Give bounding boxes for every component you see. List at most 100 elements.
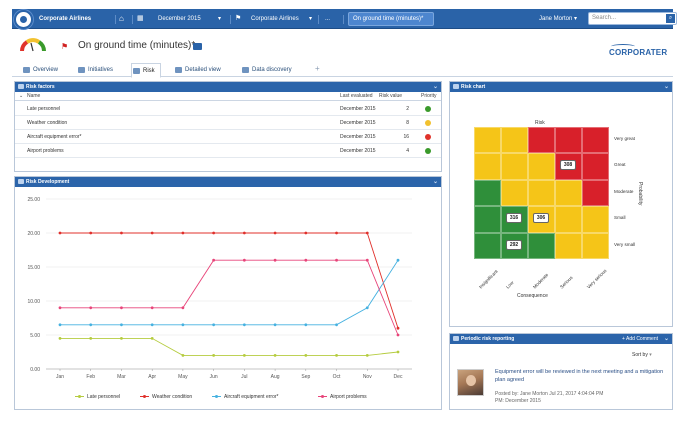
matrix-cell[interactable] — [474, 179, 501, 207]
tab-initiatives[interactable]: Initiatives — [77, 63, 113, 77]
data-point — [242, 231, 246, 235]
add-comment-button[interactable]: + Add Comment — [622, 334, 658, 344]
matrix-cell[interactable] — [474, 153, 501, 180]
y-tick-label: 25.00 — [27, 197, 40, 203]
collapse-icon[interactable]: ⌄ — [664, 82, 669, 92]
collapse-icon[interactable]: ⌄ — [433, 177, 438, 187]
column-last-evaluated[interactable]: Last evaluated — [340, 92, 373, 101]
matrix-cell[interactable] — [582, 206, 609, 233]
matrix-cell[interactable] — [501, 179, 528, 207]
data-point — [58, 337, 62, 340]
matrix-cell[interactable] — [582, 179, 609, 207]
tab-detailed-view[interactable]: Detailed view — [174, 63, 221, 77]
matrix-cell[interactable] — [555, 206, 582, 233]
tab-risk[interactable]: Risk — [131, 63, 161, 78]
matrix-cell[interactable] — [474, 232, 501, 259]
data-point — [212, 323, 216, 327]
chevron-down-icon[interactable]: ▾ — [574, 14, 577, 24]
divider — [230, 15, 231, 24]
app-logo-icon[interactable] — [14, 10, 33, 29]
matrix-cell[interactable] — [555, 232, 582, 259]
top-navigation-bar: Corporate Airlines ⌂ ▦ December 2015 ▾ ⚑… — [12, 9, 677, 29]
legend-swatch — [75, 395, 84, 399]
column-priority[interactable]: Priority — [421, 92, 437, 101]
matrix-y-axis-label: Probability — [637, 182, 643, 206]
priority-indicator-icon — [425, 134, 431, 140]
collapse-icon[interactable]: ⌄ — [664, 334, 669, 344]
panel-header: Periodic risk reporting + Add Comment ⌄ — [450, 334, 672, 344]
app-name[interactable]: Corporate Airlines — [39, 9, 91, 29]
breadcrumb-ellipsis[interactable]: ... — [325, 9, 330, 29]
chevron-down-icon: ▾ — [649, 352, 652, 358]
matrix-cell[interactable] — [582, 232, 609, 259]
column-name[interactable]: Name — [27, 92, 40, 101]
sort-by-dropdown[interactable]: Sort by ▾ — [632, 352, 652, 358]
matrix-cell[interactable] — [528, 153, 555, 180]
table-row[interactable]: Aircraft equipment error* December 2015 … — [15, 130, 441, 144]
data-point — [89, 337, 93, 340]
matrix-cell[interactable] — [474, 206, 501, 233]
add-tab-icon[interactable]: + — [315, 63, 320, 75]
risk-marker[interactable]: 306 — [533, 213, 549, 224]
matrix-cell[interactable] — [528, 232, 555, 259]
tab-data-discovery[interactable]: Data discovery — [241, 63, 292, 77]
chevron-down-icon[interactable]: ▾ — [309, 14, 312, 24]
legend-label: Late personnel — [87, 394, 121, 400]
matrix-cell[interactable] — [501, 127, 528, 154]
table-header: ⌄ Name Last evaluated Risk value Priorit… — [15, 92, 441, 101]
matrix-cell[interactable] — [582, 127, 609, 154]
y-tick-label: 5.00 — [30, 333, 40, 339]
collapse-icon[interactable]: ⌄ — [433, 82, 438, 92]
risk-marker[interactable]: 316 — [506, 213, 522, 224]
matrix-cell[interactable] — [474, 127, 501, 154]
matrix-cell[interactable] — [582, 153, 609, 180]
risk-marker[interactable]: 308 — [560, 160, 576, 171]
search-input[interactable]: Search... ⌕ — [588, 12, 677, 25]
risk-marker[interactable]: 292 — [506, 239, 522, 250]
risk-name[interactable]: Airport problems — [27, 144, 64, 158]
comment-icon[interactable] — [193, 43, 202, 50]
table-row[interactable]: Airport problems December 2015 4 — [15, 144, 441, 158]
data-point — [304, 354, 308, 357]
user-name[interactable]: Jane Morton — [539, 9, 572, 29]
legend-label: Weather condition — [152, 394, 193, 400]
series-line-2 — [60, 259, 399, 326]
legend-item[interactable]: Airport problems — [318, 393, 367, 401]
data-point — [89, 231, 93, 235]
search-icon[interactable]: ⌕ — [666, 14, 675, 23]
risk-name[interactable]: Weather condition — [27, 116, 67, 130]
legend-item[interactable]: Late personnel — [75, 393, 120, 401]
matrix-cell[interactable] — [555, 127, 582, 154]
breadcrumb-period[interactable]: December 2015 — [158, 9, 201, 29]
legend-label: Aircraft equipment error* — [224, 394, 279, 400]
matrix-cell[interactable] — [555, 179, 582, 207]
risk-name[interactable]: Late personnel — [27, 102, 60, 116]
panel-title: Risk factors — [26, 84, 55, 90]
column-risk-value[interactable]: Risk value — [379, 92, 402, 101]
data-point — [212, 231, 216, 235]
priority-indicator-icon — [425, 120, 431, 126]
legend-item[interactable]: Weather condition — [140, 393, 192, 401]
priority-indicator-icon — [425, 106, 431, 112]
table-row[interactable]: Weather condition December 2015 8 — [15, 116, 441, 130]
expand-icon[interactable]: ⌄ — [19, 92, 23, 101]
data-point — [58, 306, 62, 310]
table-row[interactable]: Late personnel December 2015 2 — [15, 102, 441, 116]
breadcrumb-active[interactable]: On ground time (minutes)* — [348, 12, 434, 26]
matrix-cell[interactable] — [528, 179, 555, 207]
matrix-cell[interactable] — [528, 127, 555, 154]
tab-overview[interactable]: Overview — [22, 63, 58, 77]
breadcrumb-organization[interactable]: Corporate Airlines — [251, 9, 299, 29]
data-point — [273, 323, 277, 327]
risk-name[interactable]: Aircraft equipment error* — [27, 130, 81, 144]
legend-item[interactable]: Aircraft equipment error* — [212, 393, 278, 401]
data-point — [58, 323, 62, 327]
home-icon[interactable]: ⌂ — [119, 14, 124, 24]
panel-title: Risk chart — [461, 84, 486, 90]
chevron-down-icon[interactable]: ▾ — [218, 14, 221, 24]
panel-title: Risk Development — [26, 179, 70, 185]
series-line-3 — [60, 259, 399, 336]
matrix-cell[interactable] — [501, 153, 528, 180]
panel-header: Risk Development ⌄ — [15, 177, 441, 187]
probability-label: Very great — [614, 136, 635, 141]
